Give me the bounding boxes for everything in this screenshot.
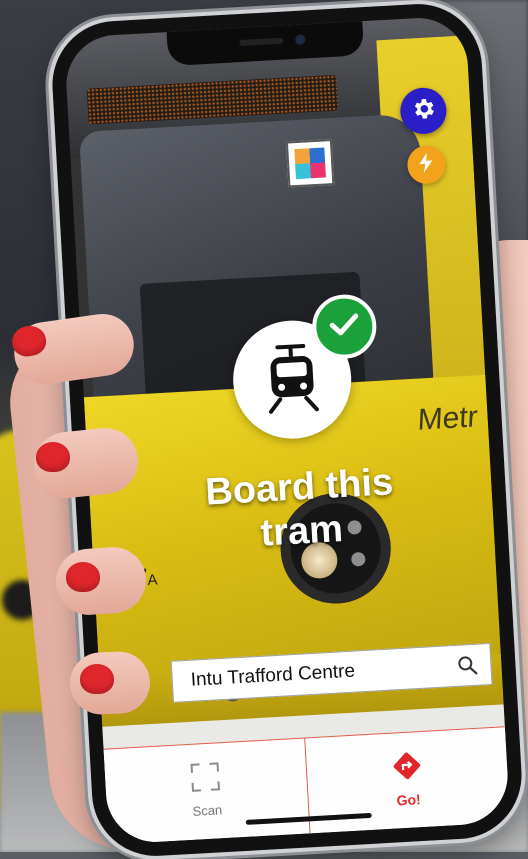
- search-input-value[interactable]: Intu Trafford Centre: [190, 655, 457, 692]
- directions-icon: [391, 750, 423, 787]
- status-message: Board this tram: [204, 461, 395, 555]
- tram-operator-lettering: Metr: [416, 400, 479, 437]
- gear-icon: [410, 95, 438, 127]
- fingernail: [80, 664, 114, 694]
- nav-label-go: Go!: [396, 791, 422, 809]
- fingernail: [66, 562, 100, 592]
- search-icon[interactable]: [456, 654, 479, 677]
- phone-screen: Metr 7A: [63, 15, 511, 845]
- flash-icon: [418, 152, 435, 178]
- ar-marker: [285, 139, 335, 188]
- tram-icon: [259, 340, 325, 418]
- phone-device: Metr 7A: [49, 0, 525, 859]
- scan-icon: [190, 761, 222, 798]
- check-icon: [329, 311, 361, 342]
- nav-label-scan: Scan: [192, 802, 223, 819]
- fingernail: [36, 442, 70, 472]
- nav-item-scan[interactable]: Scan: [104, 739, 309, 845]
